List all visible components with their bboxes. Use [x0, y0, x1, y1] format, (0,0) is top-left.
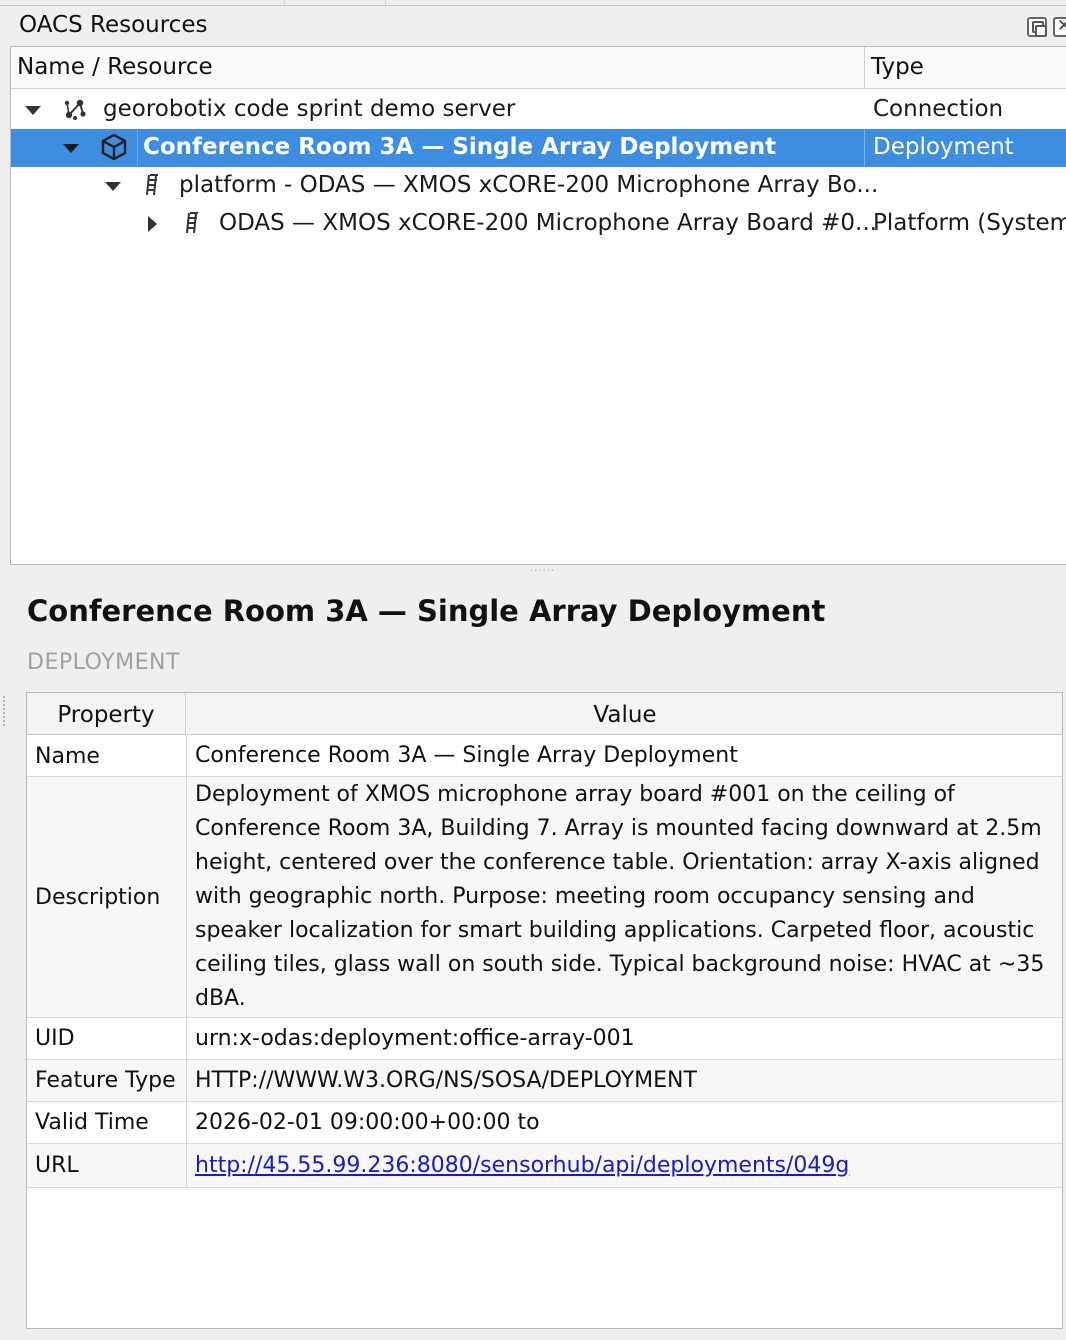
property-value: HTTP://WWW.W3.ORG/NS/SOSA/DEPLOYMENT — [195, 1067, 697, 1093]
property-value: 2026-02-01 09:00:00+00:00 to — [195, 1109, 540, 1135]
tree-row-type: Platform (System — [873, 210, 1066, 236]
tree-row-deployment[interactable]: Conference Room 3A — Single Array Deploy… — [11, 129, 1066, 167]
close-icon: ✕ — [1057, 16, 1066, 36]
column-header-value[interactable]: Value — [187, 693, 1062, 735]
tree-header: Name / Resource Type — [11, 47, 1066, 89]
tab-notch — [284, 0, 285, 5]
selection-divider — [864, 129, 865, 167]
platform-icon — [184, 208, 202, 246]
tab-notch — [385, 0, 386, 5]
column-header-name[interactable]: Name / Resource — [17, 54, 213, 80]
network-icon — [61, 94, 89, 132]
property-value: urn:x-odas:deployment:office-array-001 — [195, 1025, 635, 1051]
table-row[interactable]: URL http://45.55.99.236:8080/sensorhub/a… — [27, 1144, 1062, 1188]
property-value: Conference Room 3A — Single Array Deploy… — [195, 743, 738, 768]
property-key: Description — [27, 777, 187, 1017]
property-key: UID — [27, 1018, 187, 1059]
cube-icon — [101, 132, 127, 170]
column-header-property[interactable]: Property — [27, 693, 186, 735]
table-row[interactable]: UID urn:x-odas:deployment:office-array-0… — [27, 1018, 1062, 1060]
table-row[interactable]: Name Conference Room 3A — Single Array D… — [27, 736, 1062, 777]
tree-row-label: ODAS — XMOS xCORE-200 Microphone Array B… — [219, 210, 877, 236]
collapse-arrow-icon[interactable] — [25, 106, 41, 115]
close-dock-icon[interactable]: ✕ — [1053, 16, 1066, 37]
property-key: URL — [27, 1144, 187, 1187]
collapse-arrow-icon[interactable] — [105, 182, 121, 191]
collapse-arrow-icon[interactable] — [63, 144, 79, 153]
property-key: Feature Type — [27, 1060, 187, 1101]
property-table[interactable]: Property Value Name Conference Room 3A —… — [26, 692, 1063, 1329]
splitter-handle[interactable]: ······ — [530, 566, 555, 577]
property-value: Deployment of XMOS microphone array boar… — [195, 782, 1045, 1011]
table-row[interactable]: Valid Time 2026-02-01 09:00:00+00:00 to — [27, 1102, 1062, 1144]
tree-row-label: Conference Room 3A — Single Array Deploy… — [143, 134, 777, 160]
tree-row-platform[interactable]: platform - ODAS — XMOS xCORE-200 Microph… — [11, 167, 1066, 205]
dock-title: OACS Resources — [19, 12, 208, 38]
top-rule — [0, 0, 1066, 6]
table-row[interactable]: Description Deployment of XMOS microphon… — [27, 777, 1062, 1018]
resource-tree[interactable]: Name / Resource Type georobotix code spr… — [10, 46, 1066, 565]
tree-row-type: Connection — [873, 96, 1004, 122]
url-link[interactable]: http://45.55.99.236:8080/sensorhub/api/d… — [195, 1144, 1057, 1187]
float-dock-icon[interactable] — [1027, 17, 1047, 37]
detail-title: Conference Room 3A — Single Array Deploy… — [27, 594, 826, 628]
side-resize-handle[interactable] — [3, 696, 5, 726]
table-row[interactable]: Feature Type HTTP://WWW.W3.ORG/NS/SOSA/D… — [27, 1060, 1062, 1102]
tree-row-connection[interactable]: georobotix code sprint demo server Conne… — [11, 91, 1066, 129]
platform-icon — [144, 170, 162, 208]
column-divider[interactable] — [864, 47, 865, 89]
tree-row-label: georobotix code sprint demo server — [103, 96, 516, 122]
column-header-type[interactable]: Type — [871, 54, 924, 80]
property-key: Valid Time — [27, 1102, 187, 1143]
tree-row-system[interactable]: ODAS — XMOS xCORE-200 Microphone Array B… — [11, 205, 1066, 243]
property-key: Name — [27, 736, 187, 776]
focus-edge — [137, 129, 138, 167]
expand-arrow-icon[interactable] — [148, 216, 157, 232]
tree-row-label: platform - ODAS — XMOS xCORE-200 Microph… — [179, 172, 879, 198]
detail-kind: DEPLOYMENT — [27, 650, 180, 675]
tree-row-type: Deployment — [873, 134, 1014, 160]
